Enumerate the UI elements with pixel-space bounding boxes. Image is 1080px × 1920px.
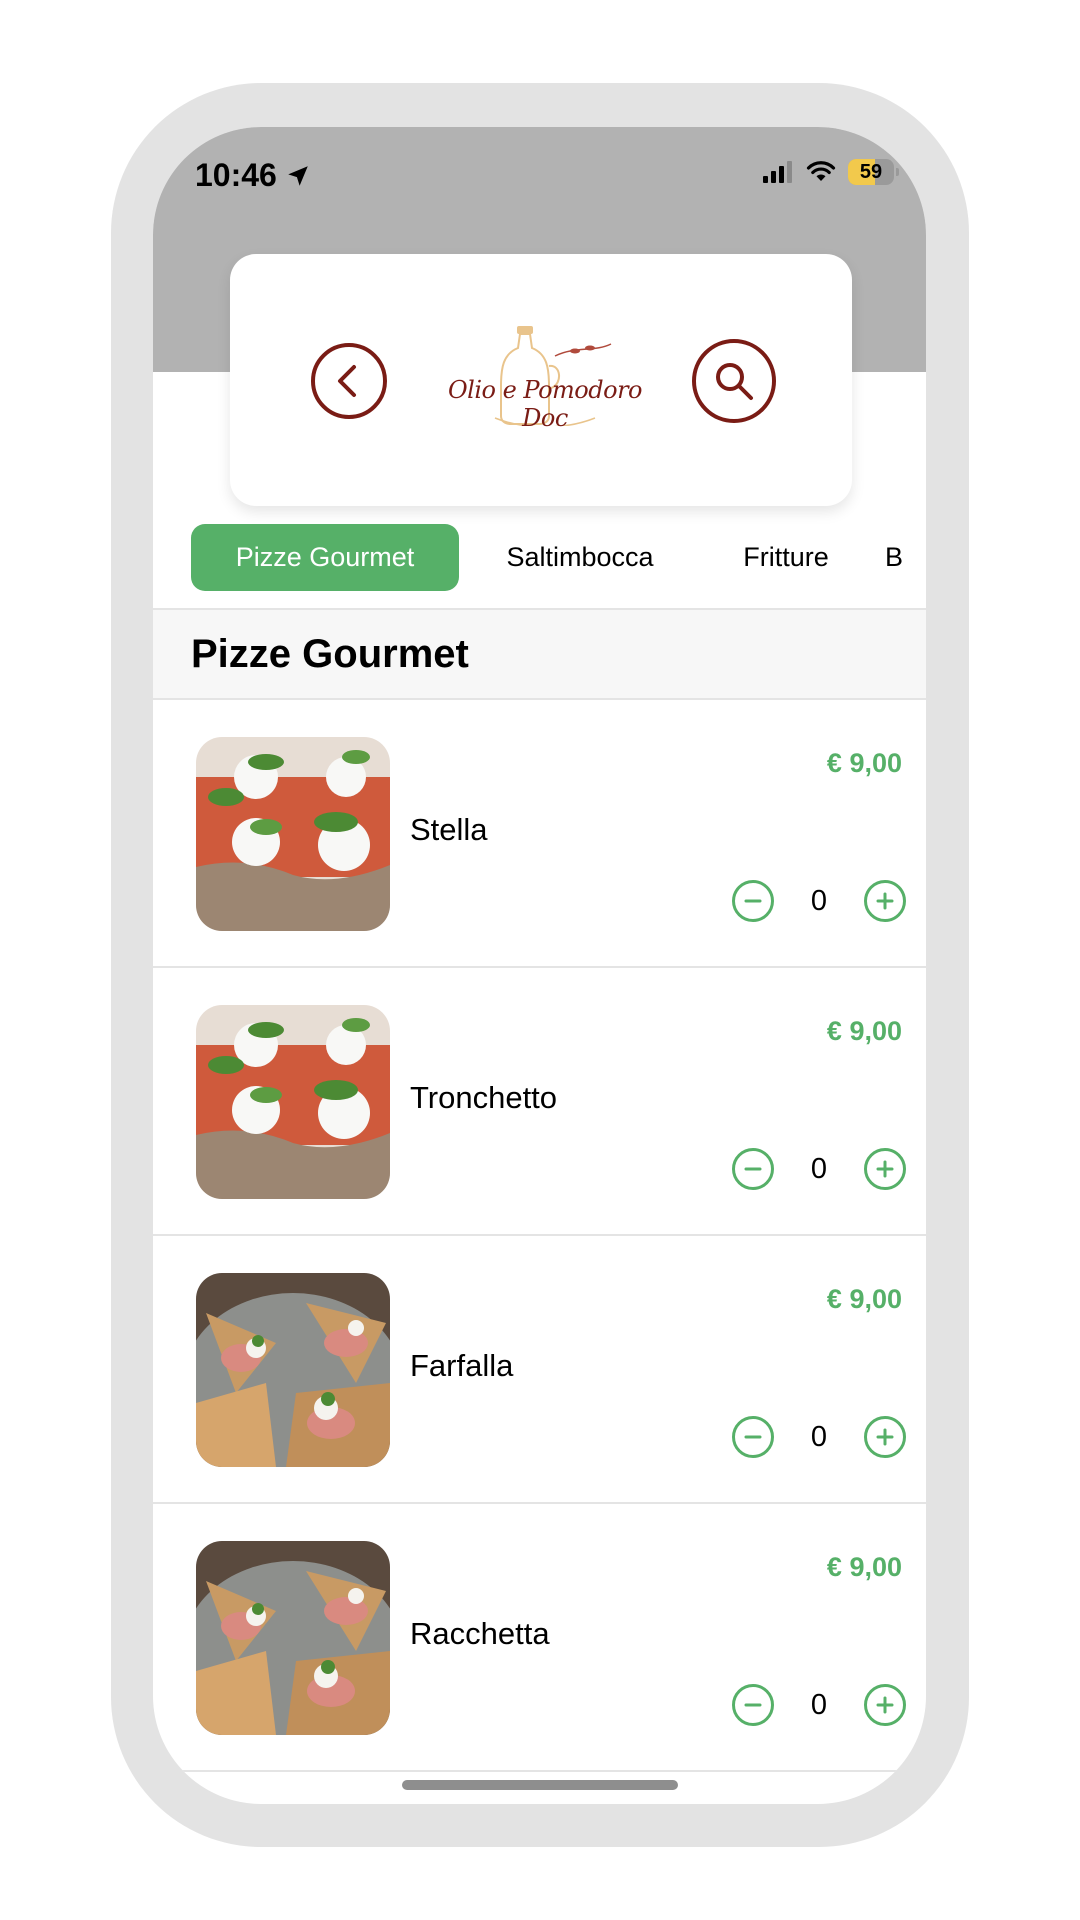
time-text: 10:46 xyxy=(195,157,277,193)
battery-tip xyxy=(896,168,899,176)
home-indicator[interactable] xyxy=(402,1780,678,1790)
battery-text: 59 xyxy=(859,160,883,183)
location-arrow-icon xyxy=(288,165,308,186)
decrement-button[interactable] xyxy=(732,1684,774,1726)
status-icons: 59 xyxy=(762,159,899,185)
plus-icon xyxy=(876,1160,894,1178)
minus-icon xyxy=(744,899,762,903)
search-button[interactable] xyxy=(692,339,776,423)
tab-saltimbocca[interactable]: Saltimbocca xyxy=(475,524,685,591)
quantity-value: 0 xyxy=(810,1420,828,1453)
product-name: Racchetta xyxy=(410,1616,550,1651)
quantity-stepper: 0 xyxy=(732,880,906,922)
tab-partial[interactable]: B xyxy=(883,524,926,591)
minus-icon xyxy=(744,1703,762,1707)
minus-icon xyxy=(744,1167,762,1171)
brand-name: Olio e Pomodoro Doc xyxy=(447,376,643,432)
app-screen: 10:46 59 Olio e Pomodoro Doc Pizze Gourm… xyxy=(153,127,926,1804)
product-name: Tronchetto xyxy=(410,1080,558,1115)
wifi-icon xyxy=(806,161,836,181)
product-image xyxy=(196,1273,390,1467)
increment-button[interactable] xyxy=(864,880,906,922)
section-header: Pizze Gourmet xyxy=(153,608,926,700)
quantity-stepper: 0 xyxy=(732,1416,906,1458)
quantity-value: 0 xyxy=(810,1688,828,1721)
tab-pizze-gourmet[interactable]: Pizze Gourmet xyxy=(191,524,459,591)
product-row[interactable]: Racchetta € 9,00 0 xyxy=(153,1504,926,1772)
search-icon xyxy=(716,363,753,400)
increment-button[interactable] xyxy=(864,1684,906,1726)
product-image xyxy=(196,1005,390,1199)
product-name: Stella xyxy=(410,812,488,847)
cellular-signal-icon xyxy=(763,161,792,183)
category-tabs: Pizze Gourmet Saltimbocca Fritture B xyxy=(153,524,926,594)
increment-button[interactable] xyxy=(864,1416,906,1458)
decrement-button[interactable] xyxy=(732,1148,774,1190)
product-row[interactable]: Tronchetto € 9,00 0 xyxy=(153,968,926,1236)
tab-fritture[interactable]: Fritture xyxy=(701,524,871,591)
plus-icon xyxy=(876,892,894,910)
back-button[interactable] xyxy=(311,343,387,419)
plus-icon xyxy=(876,1428,894,1446)
status-bar: 10:46 59 xyxy=(153,127,926,227)
header-card: Olio e Pomodoro Doc xyxy=(230,254,852,506)
quantity-stepper: 0 xyxy=(732,1684,906,1726)
increment-button[interactable] xyxy=(864,1148,906,1190)
product-row[interactable]: Stella € 9,00 0 xyxy=(153,700,926,968)
product-name: Farfalla xyxy=(410,1348,514,1383)
product-price: € 9,00 xyxy=(826,748,902,778)
quantity-stepper: 0 xyxy=(732,1148,906,1190)
plus-icon xyxy=(876,1696,894,1714)
brand-logo: Olio e Pomodoro Doc xyxy=(435,326,655,432)
decrement-button[interactable] xyxy=(732,880,774,922)
chevron-left-icon xyxy=(338,365,356,397)
battery-icon: 59 xyxy=(848,159,899,185)
section-title: Pizze Gourmet xyxy=(191,632,469,676)
status-time: 10:46 xyxy=(195,157,311,194)
product-price: € 9,00 xyxy=(826,1552,902,1582)
product-image xyxy=(196,1541,390,1735)
quantity-value: 0 xyxy=(810,884,828,917)
product-row[interactable]: Farfalla € 9,00 0 xyxy=(153,1236,926,1504)
product-price: € 9,00 xyxy=(826,1016,902,1046)
product-image xyxy=(196,737,390,931)
minus-icon xyxy=(744,1435,762,1439)
product-price: € 9,00 xyxy=(826,1284,902,1314)
decrement-button[interactable] xyxy=(732,1416,774,1458)
quantity-value: 0 xyxy=(810,1152,828,1185)
